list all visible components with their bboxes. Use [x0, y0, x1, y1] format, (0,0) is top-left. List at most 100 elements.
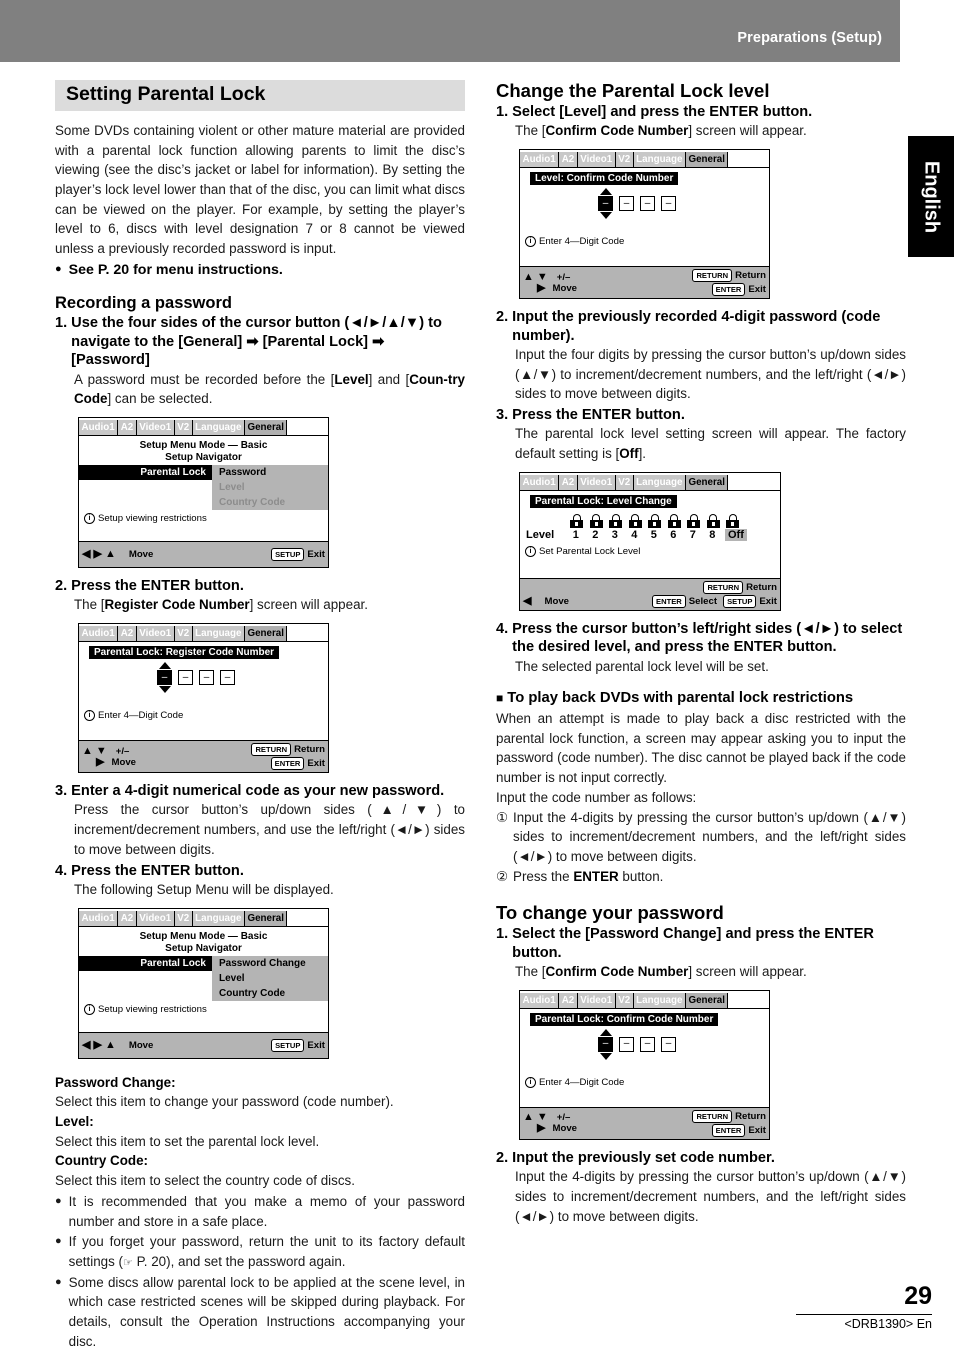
osd-tab-language[interactable]: Language — [633, 992, 686, 1008]
osd-row-value-password-change[interactable]: Password Change — [212, 955, 328, 971]
osd-tab-a2[interactable]: A2 — [118, 626, 137, 642]
osd-menu-row-1[interactable]: Parental Lock Password Change — [79, 955, 328, 971]
key-return[interactable]: RETURN — [692, 1109, 733, 1123]
level-option-6[interactable]: 6 — [664, 529, 684, 541]
digit-2[interactable]: – — [619, 196, 634, 212]
key-enter[interactable]: ENTER — [270, 757, 305, 771]
osd-footer-left: ▲ ▼ +/– ▶ Move — [523, 1112, 577, 1135]
osd-tab-general[interactable]: General — [244, 419, 288, 435]
language-side-tab-label: English — [920, 160, 943, 233]
osd-menu-rows: Parental Lock Password Change Level Coun… — [79, 955, 328, 1001]
osd-tab-general[interactable]: General — [244, 910, 288, 926]
osd-menu-row-1[interactable]: Parental Lock Password — [79, 464, 328, 480]
osd-row-value-country-code[interactable]: Country Code — [212, 985, 328, 1001]
osd-tab-audio1[interactable]: Audio1 — [79, 626, 119, 642]
osd-tab-a2[interactable]: A2 — [118, 910, 137, 926]
level-option-3[interactable]: 3 — [605, 529, 625, 541]
osd-footer-move-label: Move — [128, 548, 154, 560]
level-option-7[interactable]: 7 — [683, 529, 703, 541]
right-change-step-2: 2. Input the previously set code number. — [496, 1149, 906, 1167]
osd-tab-audio1[interactable]: Audio1 — [520, 474, 560, 490]
osd-tab-video1[interactable]: Video1 — [577, 152, 616, 168]
osd-menu-row-3[interactable]: Country Code — [79, 985, 328, 1001]
digit-3[interactable]: – — [640, 1036, 655, 1052]
osd-tab-video1[interactable]: Video1 — [136, 910, 175, 926]
level-option-4[interactable]: 4 — [625, 529, 645, 541]
key-return[interactable]: RETURN — [692, 269, 733, 283]
increment-arrow-icon[interactable] — [158, 662, 171, 670]
digit-stepper-1[interactable]: – — [598, 188, 613, 220]
increment-arrow-icon[interactable] — [599, 1028, 612, 1036]
level-option-off[interactable]: Off — [725, 528, 747, 541]
osd-tab-filler — [287, 626, 328, 642]
osd-row-value-level[interactable]: Level — [212, 479, 328, 495]
digit-1[interactable]: – — [157, 670, 172, 686]
osd-tab-a2[interactable]: A2 — [559, 152, 578, 168]
osd-tab-general[interactable]: General — [685, 992, 729, 1008]
digit-stepper-1[interactable]: – — [598, 1028, 613, 1060]
osd-menu-row-3[interactable]: Country Code — [79, 494, 328, 510]
level-option-2[interactable]: 2 — [586, 529, 606, 541]
osd-screen-level-confirm-code: Audio1 A2 Video1 V2 Language General Lev… — [519, 149, 770, 300]
level-option-1[interactable]: 1 — [566, 529, 586, 541]
osd-tab-v2[interactable]: V2 — [174, 626, 193, 642]
digit-1[interactable]: – — [598, 196, 613, 212]
osd-tab-language[interactable]: Language — [633, 152, 686, 168]
digit-3[interactable]: – — [199, 670, 214, 686]
key-return[interactable]: RETURN — [251, 743, 292, 757]
key-return[interactable]: RETURN — [703, 580, 744, 594]
increment-arrow-icon[interactable] — [599, 188, 612, 196]
osd-tab-language[interactable]: Language — [192, 626, 245, 642]
osd-tab-v2[interactable]: V2 — [174, 419, 193, 435]
left-step-2-number: 2. — [55, 577, 68, 594]
key-enter[interactable]: ENTER — [711, 283, 746, 297]
osd-tab-a2[interactable]: A2 — [118, 419, 137, 435]
osd-tab-video1[interactable]: Video1 — [577, 474, 616, 490]
osd-tab-audio1[interactable]: Audio1 — [79, 910, 119, 926]
osd-tab-video1[interactable]: Video1 — [577, 992, 616, 1008]
key-enter[interactable]: ENTER — [652, 594, 686, 608]
osd-footer-exit-label: Exit — [748, 1124, 766, 1136]
osd-row-value-level[interactable]: Level — [212, 970, 328, 986]
digit-1[interactable]: – — [598, 1036, 613, 1052]
level-option-8[interactable]: 8 — [703, 529, 723, 541]
digit-2[interactable]: – — [619, 1036, 634, 1052]
digit-stepper-1[interactable]: – — [157, 662, 172, 694]
osd-footer-exit-label: Exit — [307, 1039, 325, 1051]
osd-row-value-password[interactable]: Password — [212, 464, 328, 480]
decrement-arrow-icon[interactable] — [158, 686, 171, 694]
playback-item-2-enter: ENTER — [573, 868, 619, 884]
osd-tab-general[interactable]: General — [685, 474, 729, 490]
osd-tab-audio1[interactable]: Audio1 — [520, 152, 560, 168]
decrement-arrow-icon[interactable] — [599, 212, 612, 220]
osd-tab-a2[interactable]: A2 — [559, 992, 578, 1008]
digit-3[interactable]: – — [640, 196, 655, 212]
osd-menu-row-2[interactable]: Level — [79, 970, 328, 986]
osd-tab-a2[interactable]: A2 — [559, 474, 578, 490]
digit-4[interactable]: – — [661, 1036, 676, 1052]
osd-tab-video1[interactable]: Video1 — [136, 419, 175, 435]
osd-tab-v2[interactable]: V2 — [615, 992, 634, 1008]
osd-tab-language[interactable]: Language — [633, 474, 686, 490]
digit-4[interactable]: – — [220, 670, 235, 686]
level-option-5[interactable]: 5 — [644, 529, 664, 541]
osd-menu-row-2[interactable]: Level — [79, 479, 328, 495]
key-setup[interactable]: SETUP — [271, 1038, 305, 1052]
decrement-arrow-icon[interactable] — [599, 1052, 612, 1060]
digit-2[interactable]: – — [178, 670, 193, 686]
osd-tab-audio1[interactable]: Audio1 — [520, 992, 560, 1008]
osd-tab-language[interactable]: Language — [192, 910, 245, 926]
osd-tab-v2[interactable]: V2 — [615, 474, 634, 490]
key-setup[interactable]: SETUP — [723, 594, 757, 608]
key-setup[interactable]: SETUP — [271, 547, 305, 561]
osd-tab-audio1[interactable]: Audio1 — [79, 419, 119, 435]
digit-4[interactable]: – — [661, 196, 676, 212]
osd-tab-v2[interactable]: V2 — [174, 910, 193, 926]
osd-tab-general[interactable]: General — [244, 626, 288, 642]
osd-tab-language[interactable]: Language — [192, 419, 245, 435]
osd-tab-general[interactable]: General — [685, 152, 729, 168]
osd-tab-v2[interactable]: V2 — [615, 152, 634, 168]
osd-row-value-country-code[interactable]: Country Code — [212, 494, 328, 510]
key-enter[interactable]: ENTER — [711, 1123, 746, 1137]
osd-tab-video1[interactable]: Video1 — [136, 626, 175, 642]
